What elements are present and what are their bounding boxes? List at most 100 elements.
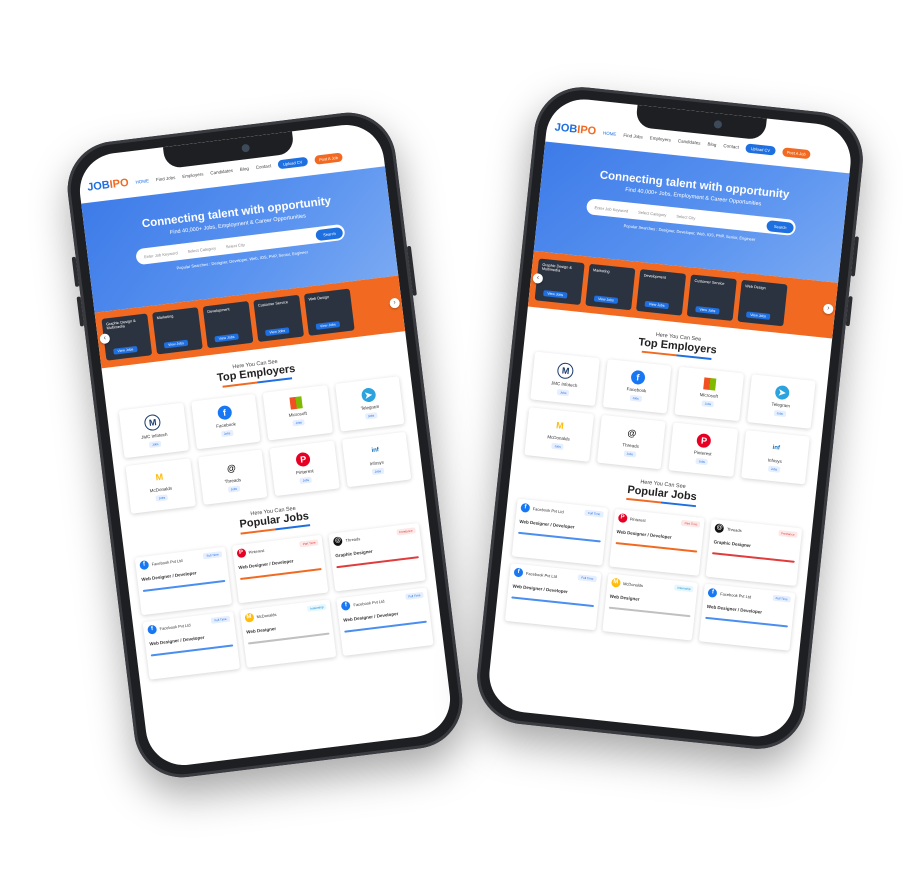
category-card[interactable]: Marketing View Jobs [585,263,636,311]
job-card[interactable]: f Facebook Pvt Ltd Full Time Web Designer /… [699,583,796,651]
city-select[interactable]: Select City [225,241,245,248]
job-card[interactable]: f Facebook Pvt Ltd Full Time Web Designer /… [504,563,602,631]
view-jobs-button[interactable]: View Jobs [695,306,720,315]
job-card[interactable]: M McDonalds Internship Web Designer [602,573,699,641]
job-card[interactable]: f Facebook Pvt Ltd Full Time Web Designer /… [511,498,608,566]
view-jobs-button[interactable]: View Jobs [593,295,619,304]
telegram-icon: ➤ [774,384,790,401]
site-logo[interactable]: JOBIPO [87,177,130,194]
nav-contact[interactable]: Contact [723,143,739,150]
employer-card[interactable]: M McDonalds Jobs [524,407,594,462]
upload-cv-button[interactable]: Upload CV [277,156,308,169]
nav-employers[interactable]: Employers [650,135,672,142]
facebook-icon: f [520,502,531,513]
keyword-input[interactable]: Enter Job Keyword [144,250,178,259]
site-logo[interactable]: JOBIPO [554,121,597,137]
category-card[interactable]: Customer Service View Jobs [686,274,737,321]
view-jobs-button[interactable]: View Jobs [745,311,771,320]
volume-button [71,256,80,287]
view-jobs-button[interactable]: View Jobs [113,345,138,355]
category-card[interactable]: Marketing View Jobs [152,307,203,355]
telegram-icon: ➤ [360,387,377,403]
category-card[interactable]: Development View Jobs [202,300,254,349]
category-card[interactable]: Graphic Design & Multimedia View Jobs [534,258,585,306]
nav-employers[interactable]: Employers [182,171,204,179]
view-jobs-button[interactable]: View Jobs [644,300,669,310]
employer-card[interactable]: ➤ Telegram Jobs [334,376,405,432]
search-button[interactable]: Search [766,219,795,234]
category-select[interactable]: Select Category [187,245,216,253]
city-select[interactable]: Select City [676,213,696,220]
category-card[interactable]: Customer Service View Jobs [253,294,305,343]
nav-candidates[interactable]: Candidates [210,167,233,175]
phone-left: JOBIPO HOME Find Jobs Employers Candidat… [62,107,468,783]
view-jobs-button[interactable]: View Jobs [543,290,568,299]
post-job-button[interactable]: Post A Job [313,151,344,165]
pinterest-icon: P [236,548,247,559]
view-jobs-button[interactable]: View Jobs [163,339,189,349]
nav-blog[interactable]: Blog [707,141,716,147]
facebook-icon: f [707,587,718,598]
employer-card[interactable]: ➤ Telegram Jobs [746,374,816,429]
job-card[interactable]: @ Threads Freelance Graphic Designer [705,518,803,587]
nav-home[interactable]: HOME [603,130,617,136]
employer-card[interactable]: f Facebook Jobs [602,359,672,414]
employer-card[interactable]: M JMC Infotech Jobs [530,351,600,407]
view-jobs-button[interactable]: View Jobs [214,333,239,343]
employer-card[interactable]: @ Threads Jobs [596,414,666,470]
employer-card[interactable]: Microsoft Jobs [674,366,744,422]
category-card[interactable]: Web Design View Jobs [737,279,788,327]
nav-find-jobs[interactable]: Find Jobs [623,132,643,139]
category-card[interactable]: Web Design View Jobs [303,288,355,336]
facebook-icon: f [216,404,233,421]
employer-card[interactable]: inf Infosys Jobs [341,431,412,488]
facebook-icon: f [139,560,150,571]
facebook-icon: f [513,567,524,578]
keyword-input[interactable]: Enter Job Keyword [594,204,628,213]
nav-contact[interactable]: Contact [255,163,271,170]
employer-card[interactable]: P Pinterest Jobs [668,422,738,477]
employer-card[interactable]: @ Threads Jobs [197,449,268,505]
camera-icon [713,120,723,129]
post-job-button[interactable]: Post A Job [781,146,812,159]
employer-card[interactable]: M McDonalds Jobs [125,458,196,514]
view-jobs-button[interactable]: View Jobs [265,327,290,337]
employer-card[interactable]: M JMC Infotech Jobs [118,402,189,459]
nav-candidates[interactable]: Candidates [678,138,701,145]
search-button[interactable]: Search [315,226,344,241]
category-card[interactable]: Development View Jobs [636,269,687,316]
nav-blog[interactable]: Blog [240,165,250,171]
employer-card[interactable]: Microsoft Jobs [262,385,333,441]
job-card[interactable]: @ Threads Freelance Graphic Designer [328,522,426,592]
upload-cv-button[interactable]: Upload CV [745,142,776,155]
job-card[interactable]: f Facebook Pvt Ltd Full Time Web Designer /… [134,546,232,616]
microsoft-icon [289,396,304,410]
chevron-right-icon[interactable]: › [822,303,834,315]
job-card[interactable]: f Facebook Pvt Ltd Full Time Web Designer /… [142,611,240,680]
jmc-icon: M [556,362,575,380]
job-card[interactable]: P Pinterest Part Time Web Designer / Develo… [608,508,706,576]
view-jobs-button[interactable]: View Jobs [315,321,341,330]
job-card[interactable]: f Facebook Pvt Ltd Full Time Web Designer /… [336,587,434,656]
employer-card[interactable]: inf Infosys Jobs [740,429,810,485]
facebook-icon: f [630,369,646,386]
infosys-icon: inf [371,447,380,455]
mcdonalds-icon: M [610,577,621,588]
employer-card[interactable]: P Pinterest Jobs [269,440,340,497]
category-select[interactable]: Select Category [638,209,667,217]
pinterest-icon: P [295,451,312,468]
power-button [850,236,859,277]
volume-button [845,296,853,327]
threads-icon: @ [333,536,344,547]
nav-find-jobs[interactable]: Find Jobs [156,174,176,181]
job-card[interactable]: M McDonalds Internship Web Designer [239,599,337,668]
chevron-right-icon[interactable]: › [389,297,401,309]
nav-home[interactable]: HOME [135,178,149,185]
volume-button [76,296,85,327]
mcdonalds-icon: M [155,471,164,483]
jmc-icon: M [143,413,162,432]
phone-screen: JOBIPO HOME Find Jobs Employers Candidat… [485,95,855,741]
employer-card[interactable]: f Facebook Jobs [190,393,261,450]
facebook-icon: f [341,600,352,611]
job-card[interactable]: P Pinterest Part Time Web Designer / Develo… [231,534,329,604]
